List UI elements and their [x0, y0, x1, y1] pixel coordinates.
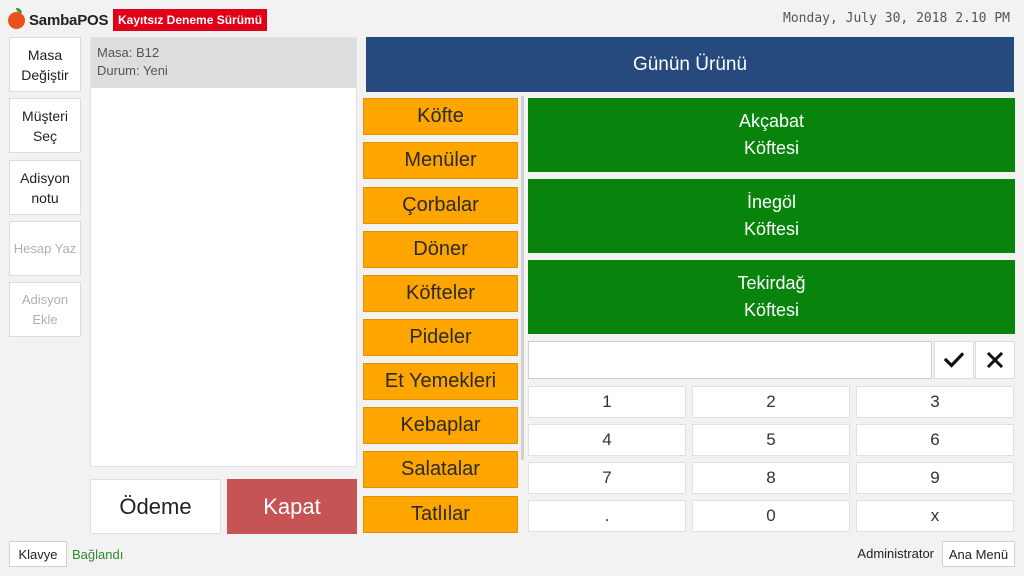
- quantity-input[interactable]: [528, 341, 932, 379]
- category-button[interactable]: Kebaplar: [363, 407, 518, 444]
- ticket-header: Masa: B12 Durum: Yeni: [91, 38, 356, 88]
- trial-badge: Kayıtsız Deneme Sürümü: [113, 9, 268, 31]
- category-button[interactable]: Et Yemekleri: [363, 363, 518, 400]
- product-button[interactable]: Tekirdağ Köftesi: [528, 260, 1015, 334]
- numpad-key-7[interactable]: 7: [528, 462, 686, 494]
- numpad-key-3[interactable]: 3: [856, 386, 1014, 418]
- checkmark-icon: [944, 352, 964, 368]
- category-button[interactable]: Salatalar: [363, 451, 518, 488]
- main-menu-button[interactable]: Ana Menü: [942, 541, 1015, 567]
- numpad-key-4[interactable]: 4: [528, 424, 686, 456]
- numpad-key-2[interactable]: 2: [692, 386, 850, 418]
- category-button[interactable]: Çorbalar: [363, 187, 518, 224]
- numpad-key-5[interactable]: 5: [692, 424, 850, 456]
- numpad-key-6[interactable]: 6: [856, 424, 1014, 456]
- category-scrollbar[interactable]: [521, 96, 524, 460]
- numpad-key-9[interactable]: 9: [856, 462, 1014, 494]
- ticket-panel: Masa: B12 Durum: Yeni: [90, 37, 357, 467]
- numpad-key-dot[interactable]: .: [528, 500, 686, 532]
- ticket-table: Masa: B12: [97, 45, 160, 60]
- category-button[interactable]: Pideler: [363, 319, 518, 356]
- select-customer-button[interactable]: Müşteri Seç: [9, 98, 81, 153]
- category-button[interactable]: Tatlılar: [363, 496, 518, 533]
- print-bill-button[interactable]: Hesap Yaz: [9, 221, 81, 276]
- category-button[interactable]: Köfte: [363, 98, 518, 135]
- app-name: SambaPOS: [29, 11, 109, 29]
- clear-button[interactable]: [975, 341, 1015, 379]
- close-ticket-button[interactable]: Kapat: [227, 479, 357, 534]
- numpad-key-0[interactable]: 0: [692, 500, 850, 532]
- connection-status: Bağlandı: [72, 547, 124, 562]
- product-of-day-header[interactable]: Günün Ürünü: [366, 37, 1014, 92]
- pos-screen: SambaPOS Kayıtsız Deneme Sürümü Monday, …: [0, 0, 1024, 576]
- close-icon: [987, 352, 1003, 368]
- numpad-key-1[interactable]: 1: [528, 386, 686, 418]
- product-button[interactable]: Akçabat Köftesi: [528, 98, 1015, 172]
- numpad-key-multiply[interactable]: x: [856, 500, 1014, 532]
- current-user: Administrator: [857, 546, 934, 561]
- ticket-status: Durum: Yeni: [97, 63, 168, 78]
- confirm-button[interactable]: [934, 341, 974, 379]
- category-button[interactable]: Döner: [363, 231, 518, 268]
- numpad-key-8[interactable]: 8: [692, 462, 850, 494]
- category-button[interactable]: Menüler: [363, 142, 518, 179]
- change-table-button[interactable]: Masa Değiştir: [9, 37, 81, 92]
- datetime-display: Monday, July 30, 2018 2.10 PM: [783, 11, 1010, 26]
- category-button[interactable]: Köfteler: [363, 275, 518, 312]
- payment-button[interactable]: Ödeme: [90, 479, 221, 534]
- samba-logo-icon: [8, 7, 25, 29]
- product-button[interactable]: İnegöl Köftesi: [528, 179, 1015, 253]
- ticket-note-button[interactable]: Adisyon notu: [9, 160, 81, 215]
- add-ticket-button[interactable]: Adisyon Ekle: [9, 282, 81, 337]
- app-logo: SambaPOS: [8, 7, 109, 32]
- keyboard-button[interactable]: Klavye: [9, 541, 67, 567]
